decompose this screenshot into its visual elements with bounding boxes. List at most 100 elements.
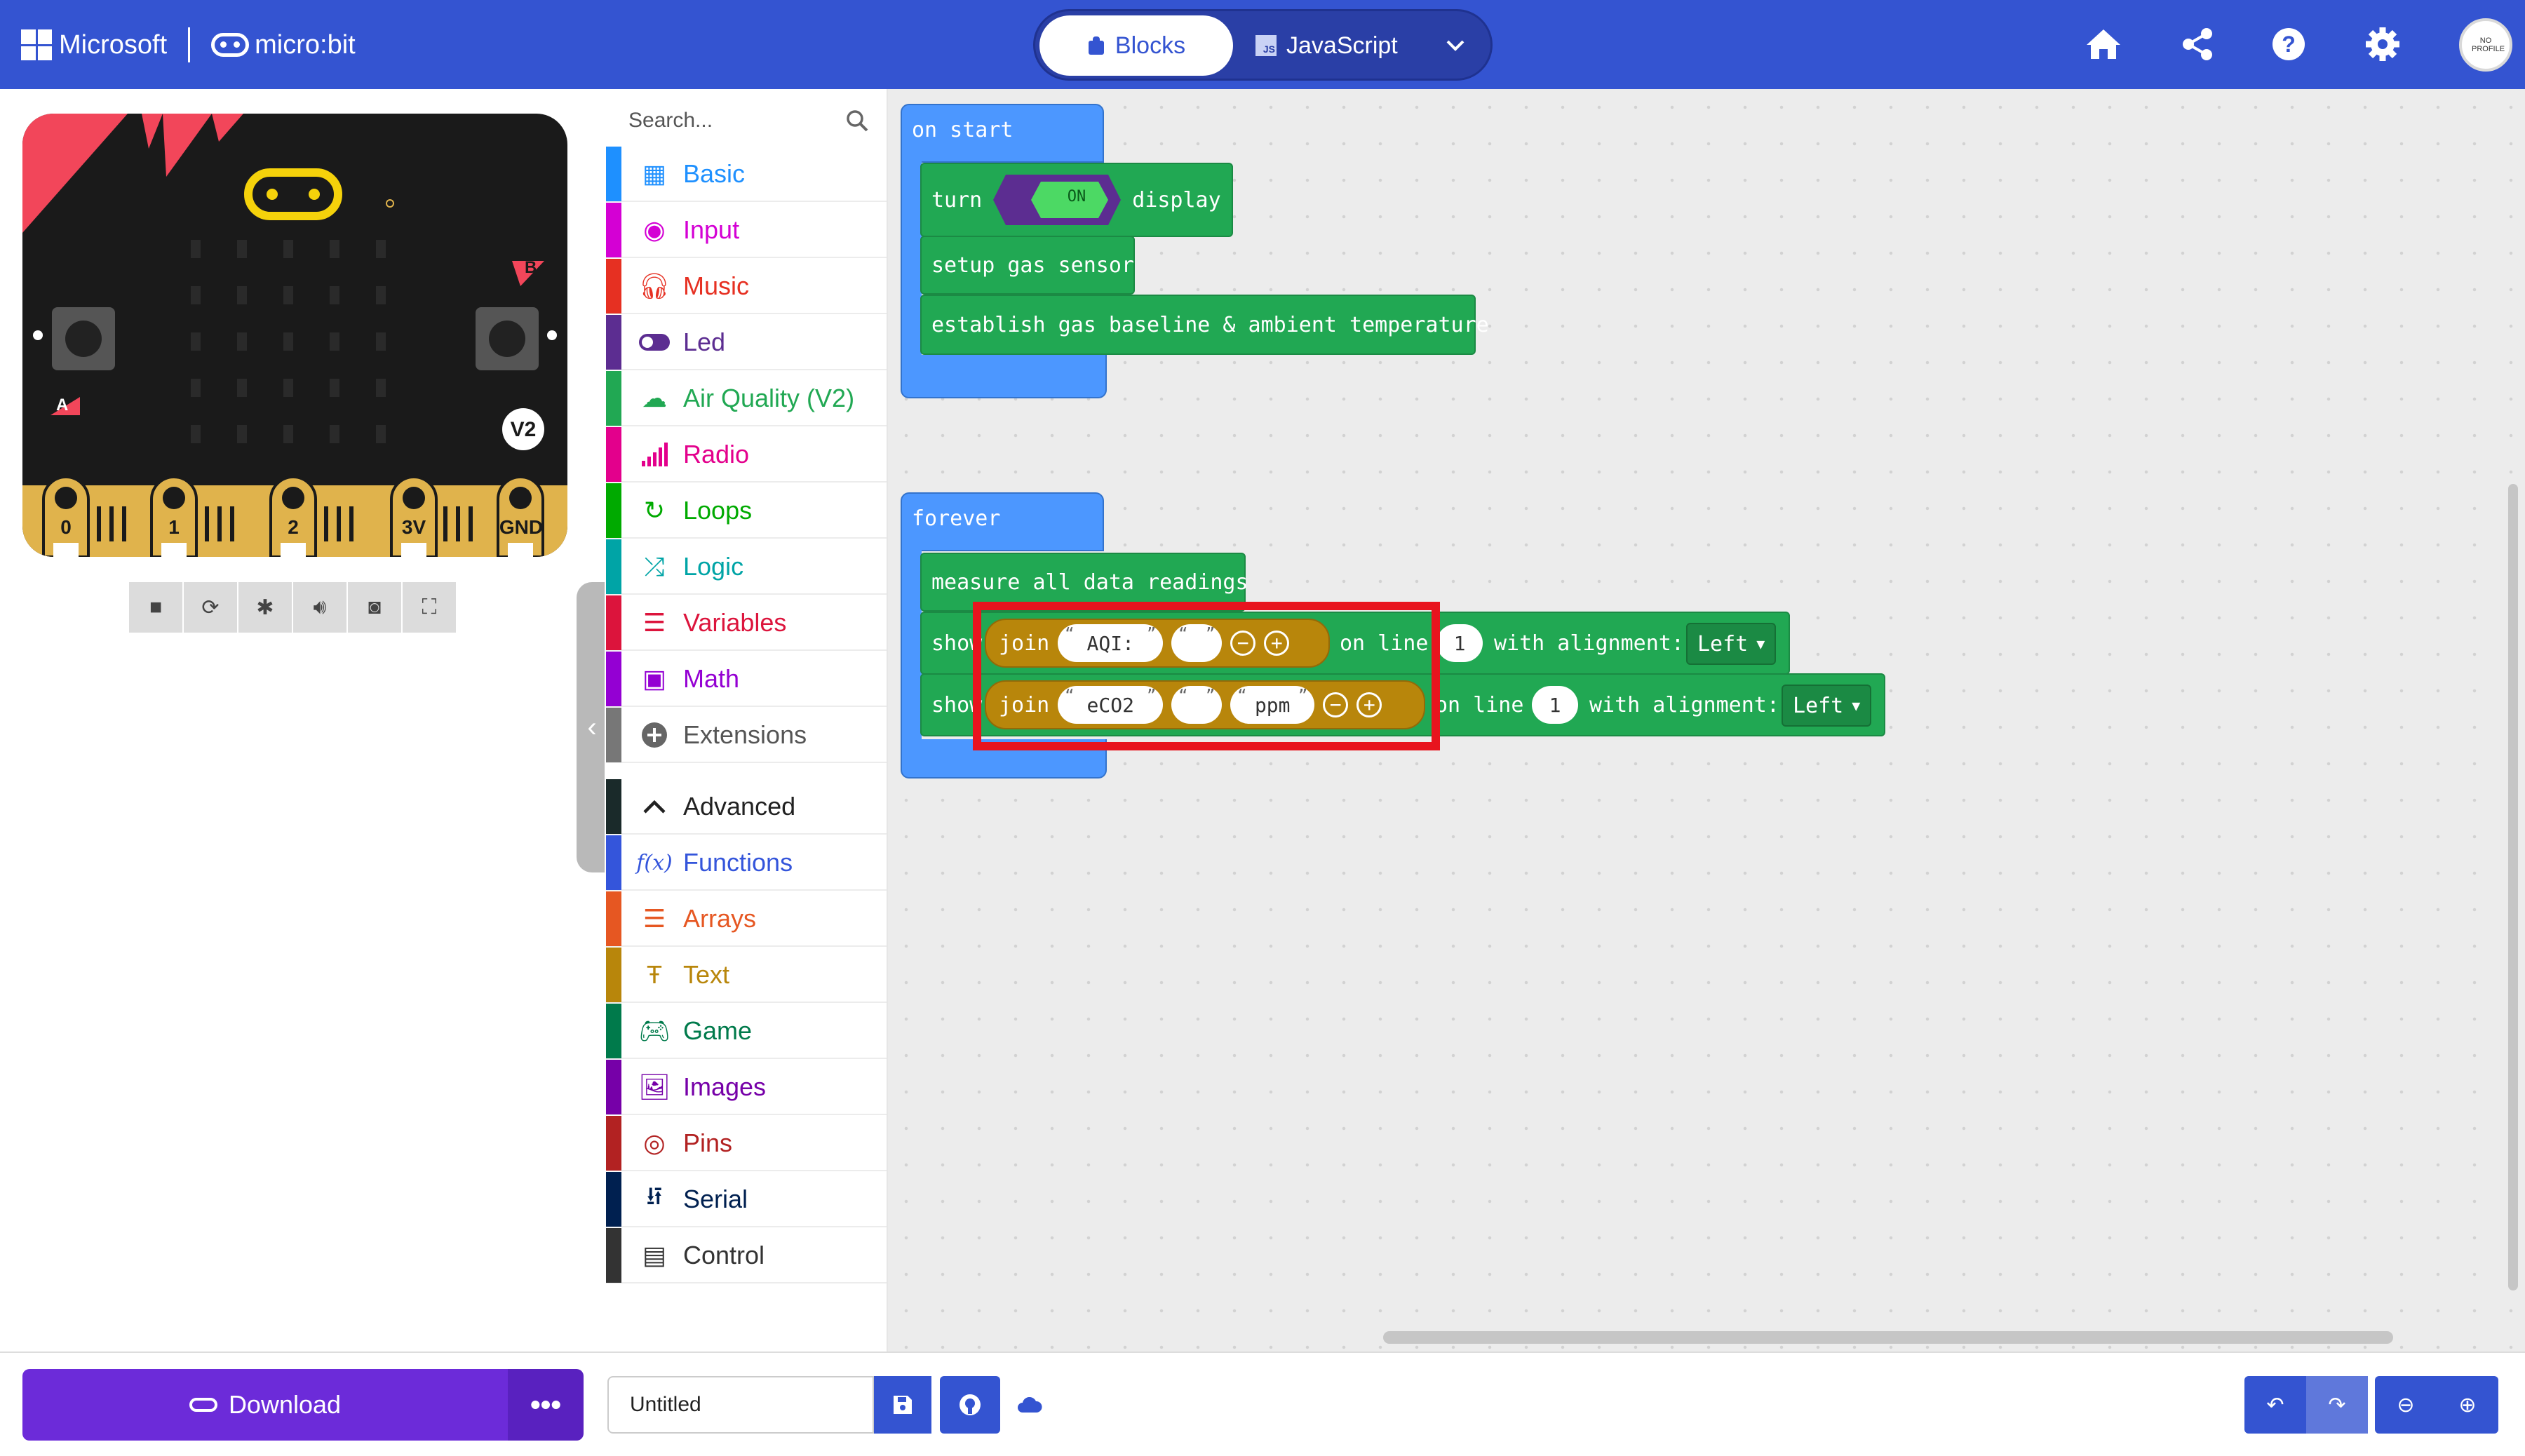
stop-button[interactable]: ■ (129, 582, 182, 633)
function-icon: f(x) (636, 850, 673, 875)
on-start-block[interactable]: on start (901, 104, 1104, 163)
category-label: Advanced (683, 792, 796, 821)
home-button[interactable] (2080, 21, 2127, 67)
tab-javascript[interactable]: JS JavaScript (1255, 15, 1424, 76)
category-label: Led (683, 328, 726, 356)
category-loops[interactable]: ↻ Loops (606, 483, 887, 539)
category-led[interactable]: Led (606, 315, 887, 370)
image-icon: 🖼︎ (638, 1072, 671, 1101)
alignment-label: with alignment: (1494, 631, 1684, 656)
alignment-value: Left (1793, 693, 1844, 718)
category-extensions[interactable]: Extensions (606, 708, 887, 763)
button-a-label: A (56, 396, 69, 414)
more-options-button[interactable]: ••• (508, 1369, 584, 1441)
fullscreen-icon: ⛶ (422, 595, 437, 619)
category-advanced[interactable]: Advanced (606, 779, 887, 835)
category-math[interactable]: ▣ Math (606, 652, 887, 707)
screenshot-button[interactable]: ◙ (348, 582, 401, 633)
save-icon (894, 1396, 912, 1414)
simulator-toolbar: ■ ⟳ ✱ 🔊︎ ◙ ⛶ (129, 582, 457, 633)
calculator-icon: ▣ (642, 664, 666, 693)
category-label: Arrays (683, 904, 757, 933)
category-functions[interactable]: f(x) Functions (606, 835, 887, 891)
pin-label-0: 0 (60, 516, 72, 538)
shuffle-icon: ⤮ (644, 551, 665, 581)
category-basic[interactable]: ▦ Basic (606, 147, 887, 202)
restart-icon: ⟳ (201, 595, 220, 619)
toolbox-search-input[interactable]: Search... (605, 91, 888, 150)
undo-button[interactable]: ↶ (2244, 1376, 2306, 1434)
category-music[interactable]: 🎧︎ Music (606, 259, 887, 314)
microbit-simulator[interactable]: 0 1 2 3V GND A B V2 (22, 114, 567, 557)
category-input[interactable]: ◉ Input (606, 203, 887, 258)
category-label: Game (683, 1016, 753, 1045)
category-game[interactable]: 🎮︎ Game (606, 1004, 887, 1059)
category-arrays[interactable]: ☰ Arrays (606, 891, 887, 947)
forever-block[interactable]: forever (901, 492, 1104, 551)
target-icon: ◉ (643, 215, 666, 244)
category-label: Functions (683, 848, 793, 877)
headphones-icon: 🎧︎ (638, 271, 671, 300)
zoom-group: ⊖ ⊕ (2375, 1376, 2498, 1434)
board-graphic (22, 114, 567, 557)
category-control[interactable]: ▤ Control (606, 1228, 887, 1283)
more-icon: ••• (530, 1388, 562, 1421)
establish-baseline-block[interactable]: establish gas baseline & ambient tempera… (920, 295, 1489, 355)
save-button[interactable] (874, 1376, 931, 1434)
sound-button[interactable]: 🔊︎ (293, 582, 346, 633)
category-images[interactable]: 🖼︎ Images (606, 1060, 887, 1115)
category-pins[interactable]: ◎ Pins (606, 1116, 887, 1171)
microsoft-logo-icon (21, 29, 52, 60)
display-label: display (1132, 187, 1221, 213)
gamepad-icon: 🎮︎ (638, 1016, 671, 1045)
undo-icon: ↶ (2266, 1393, 2284, 1417)
zoom-in-button[interactable]: ⊕ (2437, 1376, 2498, 1434)
share-button[interactable] (2174, 21, 2221, 67)
setup-gas-sensor-block[interactable]: setup gas sensor (920, 236, 1135, 295)
settings-button[interactable] (2359, 21, 2406, 67)
line-number-input[interactable]: 1 (1436, 624, 1483, 662)
category-variables[interactable]: ☰ Variables (606, 595, 887, 651)
tab-blocks[interactable]: Blocks (1039, 15, 1233, 76)
puzzle-icon (1088, 36, 1104, 55)
category-text[interactable]: Ŧ Text (606, 948, 887, 1003)
debug-button[interactable]: ✱ (238, 582, 292, 633)
server-icon: ▤ (642, 1241, 666, 1269)
help-icon: ? (2272, 28, 2305, 60)
avatar[interactable]: NO PROFILE (2459, 18, 2512, 72)
workspace-horizontal-scrollbar[interactable] (1383, 1331, 2393, 1344)
github-icon (959, 1394, 981, 1415)
project-name-input[interactable]: Untitled (607, 1376, 874, 1434)
editor-dropdown-button[interactable] (1431, 15, 1480, 76)
restart-button[interactable]: ⟳ (184, 582, 237, 633)
alignment-dropdown[interactable]: Left ▼ (1686, 623, 1777, 665)
category-air-quality[interactable]: ☁ Air Quality (V2) (606, 371, 887, 426)
category-label: Images (683, 1072, 767, 1101)
on-start-label: on start (912, 118, 1014, 142)
category-serial[interactable]: ⭿ Serial (606, 1172, 887, 1227)
redo-button[interactable]: ↷ (2306, 1376, 2368, 1434)
share-icon (2183, 28, 2212, 60)
sound-icon: 🔊︎ (313, 595, 327, 619)
alignment-dropdown[interactable]: Left ▼ (1782, 685, 1872, 727)
workspace-vertical-scrollbar[interactable] (2508, 484, 2518, 1290)
download-button[interactable]: Download (22, 1369, 508, 1441)
category-radio[interactable]: Radio (606, 427, 887, 483)
cloud-sync-button[interactable] (1014, 1390, 1045, 1421)
fullscreen-button[interactable]: ⛶ (403, 582, 456, 633)
home-icon (2087, 29, 2120, 59)
collapse-simulator-handle[interactable]: ‹ (577, 582, 607, 872)
usb-icon: ⭿ (646, 1181, 663, 1211)
zoom-out-button[interactable]: ⊖ (2375, 1376, 2437, 1434)
avatar-text: NO PROFILE (2472, 36, 2505, 53)
link-icon (189, 1398, 217, 1412)
github-button[interactable] (940, 1376, 1000, 1434)
category-label: Air Quality (V2) (683, 384, 855, 412)
screenshot-icon: ◙ (368, 595, 382, 619)
line-number-input[interactable]: 1 (1532, 686, 1578, 724)
toggle-icon (637, 325, 672, 360)
category-label: Serial (683, 1185, 748, 1213)
help-button[interactable]: ? (2265, 21, 2312, 67)
category-logic[interactable]: ⤮ Logic (606, 539, 887, 595)
brand-logo[interactable]: Microsoft micro:bit (21, 25, 356, 65)
